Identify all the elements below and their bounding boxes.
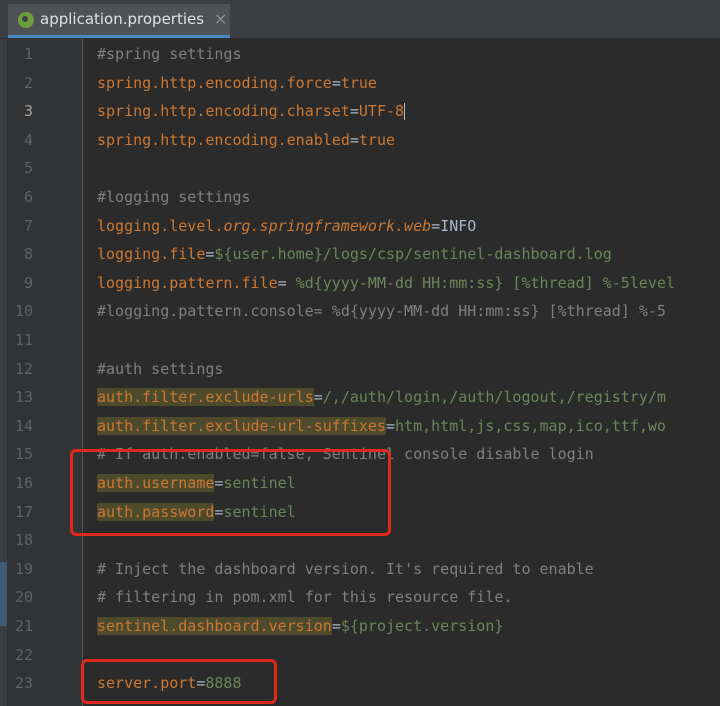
line-number: 14 [14, 416, 33, 435]
code-token: htm,html,js,css,map,ico,ttf,wo [395, 416, 666, 435]
code-token: logging.level. [97, 216, 224, 235]
line-number: 6 [23, 188, 33, 206]
code-token: = [331, 617, 341, 635]
line-number: 17 [14, 502, 33, 521]
code-line[interactable]: 7 logging.level.org.springframework.web=I… [0, 212, 720, 241]
code-token: logging.pattern.file [97, 273, 278, 292]
line-number: 21 [14, 617, 33, 635]
line-number: 12 [14, 359, 33, 378]
line-number: 16 [14, 474, 33, 492]
code-token: %d{yyyy-MM-dd HH:mm:ss} [%thread] %-5lev… [295, 273, 675, 292]
line-number: 18 [14, 531, 33, 550]
line-number: 3 [23, 102, 33, 121]
code-token: = [277, 273, 296, 292]
code-line[interactable]: 5 [0, 154, 720, 183]
line-number: 22 [14, 645, 33, 664]
code-line[interactable]: 2 spring.http.encoding.force=true [0, 69, 720, 98]
line-text[interactable]: #spring settings [97, 40, 242, 69]
code-token: spring.http.encoding.force [97, 73, 332, 92]
editor-tab-bar: application.properties × [0, 0, 720, 39]
code-token: = [349, 102, 359, 121]
tab-title: application.properties [40, 10, 205, 28]
code-line[interactable]: 11 [0, 326, 720, 355]
line-number: 10 [14, 302, 33, 321]
line-number: 11 [14, 331, 33, 349]
line-text[interactable]: auth.filter.exclude-url-suffixes=htm,htm… [97, 412, 666, 441]
line-number: 23 [14, 674, 33, 693]
line-text[interactable]: spring.http.encoding.enabled=true [97, 126, 395, 155]
code-token: true [358, 130, 396, 149]
line-number: 19 [14, 559, 33, 578]
line-number: 7 [23, 216, 33, 235]
line-number: 2 [23, 73, 33, 92]
code-token: logging.file [97, 245, 206, 264]
code-token: # Inject the dashboard version. It's req… [97, 559, 594, 578]
tab-application-properties[interactable]: application.properties × [8, 4, 230, 38]
code-line[interactable]: 3 spring.http.encoding.charset=UTF-8 [0, 97, 720, 126]
code-token: /,/auth/login,/auth/logout,/registry/m [322, 388, 666, 407]
line-text[interactable]: spring.http.encoding.force=true [97, 69, 377, 98]
code-token: = [313, 388, 323, 407]
code-line[interactable]: 13 auth.filter.exclude-urls=/,/auth/login… [0, 383, 720, 412]
code-token: #spring settings [97, 45, 242, 63]
code-line[interactable]: 12 #auth settings [0, 355, 720, 384]
line-text[interactable]: sentinel.dashboard.version=${project.ver… [97, 612, 503, 641]
code-token: ${user.home}/logs/csp/sentinel-dashboard… [214, 245, 612, 264]
code-token: INFO [440, 216, 477, 235]
code-line[interactable]: 20 # filtering in pom.xml for this resour… [0, 583, 720, 612]
code-token: true [340, 73, 377, 92]
line-number: 20 [14, 588, 33, 607]
code-line[interactable]: 19 # Inject the dashboard version. It's r… [0, 555, 720, 584]
line-text[interactable]: # filtering in pom.xml for this resource… [97, 583, 512, 612]
line-text[interactable]: # Inject the dashboard version. It's req… [97, 555, 594, 584]
line-number: 15 [14, 445, 33, 464]
code-token: = [431, 216, 441, 235]
line-text[interactable]: logging.pattern.file= %d{yyyy-MM-dd HH:m… [97, 269, 675, 298]
text-caret [404, 103, 406, 121]
code-token: UTF-8 [358, 102, 405, 121]
code-token: = [331, 73, 341, 92]
code-token: sentinel.dashboard.version [97, 617, 332, 635]
close-icon[interactable]: × [214, 9, 227, 28]
line-number: 4 [23, 130, 33, 149]
spring-leaf-icon [18, 12, 34, 28]
line-text[interactable]: #auth settings [97, 355, 223, 384]
code-token: # filtering in pom.xml for this resource… [97, 588, 513, 607]
line-text[interactable]: auth.filter.exclude-urls=/,/auth/login,/… [97, 383, 666, 412]
code-token: org.springframework.web [223, 216, 432, 235]
code-token: ${project.version} [340, 617, 504, 635]
code-line[interactable]: 21 sentinel.dashboard.version=${project.v… [0, 612, 720, 641]
annotation-box-auth-credentials [70, 449, 391, 536]
code-line[interactable]: 10 #logging.pattern.console= %d{yyyy-MM-d… [0, 297, 720, 326]
line-number: 9 [23, 273, 33, 292]
code-line[interactable]: 14 auth.filter.exclude-url-suffixes=htm,h… [0, 412, 720, 441]
code-token: #logging.pattern.console= %d{yyyy-MM-dd … [97, 302, 666, 321]
line-number: 8 [23, 245, 33, 264]
code-editor[interactable]: 1 #spring settings 2 spring.http.encoding.f… [0, 39, 720, 706]
code-token: #logging settings [97, 188, 251, 206]
line-text[interactable]: logging.level.org.springframework.web=IN… [97, 212, 476, 241]
code-line[interactable]: 6 #logging settings [0, 183, 720, 212]
code-token: spring.http.encoding.charset [97, 102, 350, 121]
line-number: 1 [23, 45, 33, 63]
code-line[interactable]: 8 logging.file=${user.home}/logs/csp/sent… [0, 240, 720, 269]
line-number: 13 [14, 388, 33, 407]
code-line[interactable]: 1 #spring settings [0, 40, 720, 69]
code-token: = [385, 416, 396, 435]
line-text[interactable]: #logging settings [97, 183, 251, 212]
line-number: 5 [23, 159, 33, 178]
code-token: spring.http.encoding.enabled [97, 130, 350, 149]
code-line[interactable]: 9 logging.pattern.file= %d{yyyy-MM-dd HH:… [0, 269, 720, 298]
code-token: #auth settings [97, 359, 224, 378]
code-line[interactable]: 4 spring.http.encoding.enabled=true [0, 126, 720, 155]
code-token: = [349, 130, 359, 149]
annotation-box-server-port [81, 659, 277, 704]
line-text[interactable]: #logging.pattern.console= %d{yyyy-MM-dd … [97, 297, 666, 326]
code-token: auth.filter.exclude-url-suffixes [97, 416, 386, 435]
line-text[interactable]: spring.http.encoding.charset=UTF-8 [97, 97, 406, 126]
line-text[interactable]: logging.file=${user.home}/logs/csp/senti… [97, 240, 612, 269]
code-token: auth.filter.exclude-urls [97, 388, 314, 407]
